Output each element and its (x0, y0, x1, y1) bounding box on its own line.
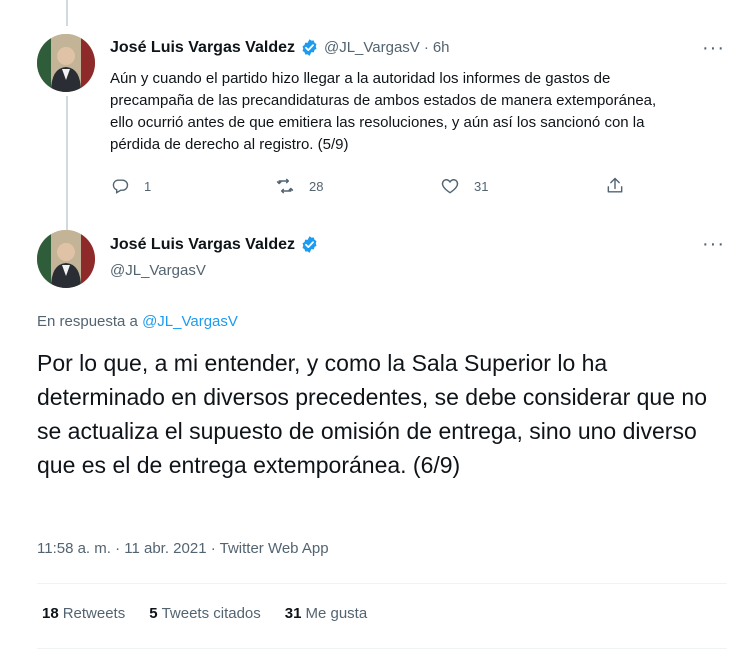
author-name[interactable]: José Luis Vargas Valdez (110, 39, 295, 57)
stat-retweets[interactable]: 18 Retweets (42, 605, 125, 622)
separator: · (423, 39, 429, 56)
verified-badge-icon (300, 38, 319, 57)
more-options-icon[interactable]: ··· (702, 234, 725, 254)
like-count: 31 (474, 178, 489, 194)
avatar[interactable] (37, 230, 95, 288)
author-handle[interactable]: @JL_VargasV (324, 39, 420, 56)
tweet-text: Por lo que, a mi entender, y como la Sal… (37, 350, 707, 478)
reply-prefix: En respuesta a (37, 313, 138, 330)
retweet-count: 28 (309, 178, 324, 194)
author-name[interactable]: José Luis Vargas Valdez (110, 236, 295, 254)
share-button[interactable] (605, 176, 639, 196)
thread-connector (66, 96, 68, 230)
reply-count: 1 (144, 178, 152, 194)
avatar[interactable] (37, 34, 95, 92)
verified-badge-icon (300, 235, 319, 254)
reply-context: En respuesta a @JL_VargasV (37, 313, 238, 330)
like-button[interactable]: 31 (440, 176, 488, 196)
tweet-meta[interactable]: 11:58 a. m. · 11 abr. 2021 · Twitter Web… (37, 540, 329, 557)
tweet-text: Aún y cuando el partido hizo llegar a la… (110, 70, 657, 153)
retweet-icon (276, 178, 294, 194)
stat-quote-tweets[interactable]: 5 Tweets citados (149, 605, 261, 622)
reply-button[interactable]: 1 (110, 176, 151, 196)
tweet-header: José Luis Vargas Valdez (110, 235, 324, 254)
tweet-actions: 1 28 31 (0, 176, 750, 202)
divider (37, 583, 727, 584)
reply-to-link[interactable]: @JL_VargasV (142, 313, 238, 330)
more-options-icon[interactable]: ··· (702, 38, 725, 58)
stat-likes[interactable]: 31 Me gusta (285, 605, 367, 622)
engagement-stats: 18 Retweets 5 Tweets citados 31 Me gusta (42, 605, 391, 622)
author-handle[interactable]: @JL_VargasV (110, 262, 206, 279)
divider (37, 648, 727, 649)
reply-icon (112, 179, 129, 194)
share-icon (607, 177, 623, 193)
thread-connector-top (66, 0, 68, 26)
heart-icon (441, 179, 459, 194)
retweet-button[interactable]: 28 (275, 176, 323, 196)
tweet-header: José Luis Vargas Valdez @JL_VargasV · 6h (110, 38, 450, 57)
timestamp[interactable]: 6h (433, 39, 450, 56)
